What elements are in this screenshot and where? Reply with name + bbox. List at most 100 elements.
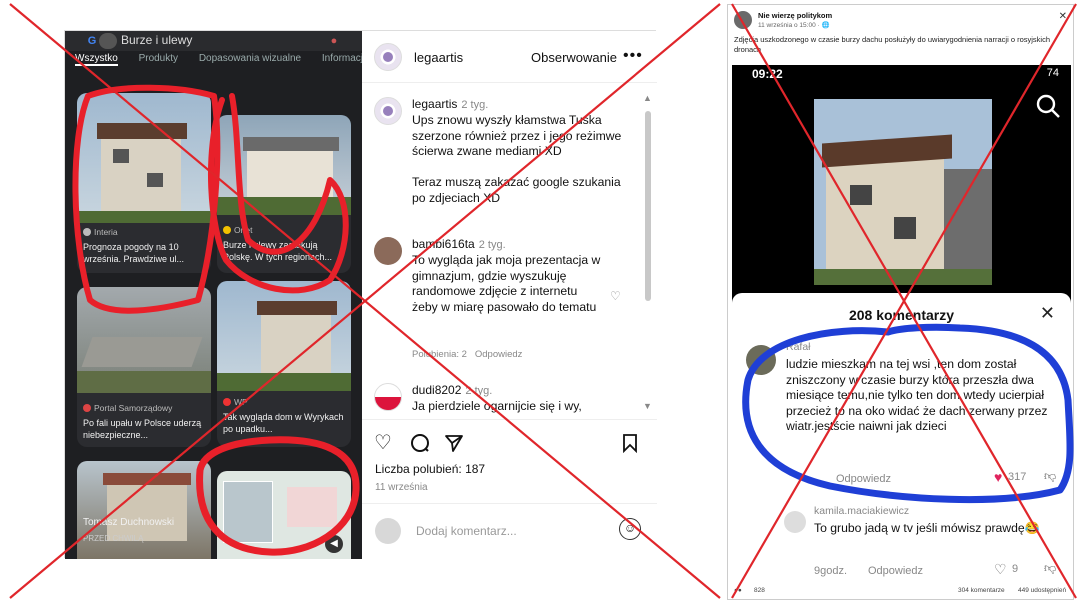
likes-count[interactable]: Liczba polubień: 187 <box>375 462 485 476</box>
emoji-icon[interactable]: ☺ <box>619 518 641 540</box>
comment-user[interactable]: Rafał <box>786 341 811 353</box>
like-comment-icon[interactable]: ♡ <box>610 289 621 303</box>
close-icon[interactable]: ✕ <box>1040 303 1055 324</box>
result-card[interactable]: Tomasz Duchnowski PRZED CHWILĄ <box>77 461 211 559</box>
source-icon <box>223 226 231 234</box>
avatar[interactable] <box>374 43 402 71</box>
image-search-gallery: G Burze i ulewy ● Wszystko Produkty Dopa… <box>65 31 362 559</box>
tab-products[interactable]: Produkty <box>139 53 178 64</box>
phone-screenshot: 09:22 74 208 komentarzy ✕ Rafał ludzie m… <box>732 65 1071 585</box>
add-comment-input[interactable]: Dodaj komentarz... <box>416 524 517 538</box>
result-card[interactable]: Portal Samorządowy Po fali upału w Polsc… <box>77 287 211 447</box>
right-screenshot: Nie wierzę politykom 11 września o 15:00… <box>727 4 1074 600</box>
post-date: 11 września <box>375 482 428 493</box>
username[interactable]: legaartis <box>414 50 463 65</box>
mute-icon[interactable]: ◀ <box>325 535 343 553</box>
watermark-sub: PRZED CHWILĄ <box>83 534 144 543</box>
search-query: Burze i ulewy <box>121 33 193 47</box>
like-count: 317 <box>1008 471 1027 483</box>
reactions-icon: ●● <box>734 587 742 594</box>
avatar <box>375 518 401 544</box>
tab-all[interactable]: Wszystko <box>75 53 118 66</box>
reply-link[interactable]: Odpowiedz <box>475 349 523 360</box>
source-icon <box>223 398 231 406</box>
house-photo <box>217 281 351 391</box>
shares-count[interactable]: 449 udostępnień <box>1018 587 1066 594</box>
battery-level: 74 <box>1046 67 1059 79</box>
post-header: legaartis Obserwowanie ••• <box>362 31 657 83</box>
tab-visual-matches[interactable]: Dopasowania wizualne <box>199 53 301 64</box>
scrollbar-thumb[interactable] <box>645 111 651 301</box>
bookmark-icon[interactable] <box>622 433 638 453</box>
dislike-icon[interactable]: 👎︎ <box>1044 469 1056 484</box>
house-photo <box>77 93 211 223</box>
avatar[interactable] <box>374 97 402 125</box>
scrollbar[interactable]: ▲ ▼ <box>643 93 652 411</box>
card-caption: Po fali upału w Polsce uderzą niebezpiec… <box>83 418 202 440</box>
share-icon[interactable] <box>444 433 464 453</box>
source-label: Interia <box>83 227 118 237</box>
status-clock: 09:22 <box>752 67 783 81</box>
source-label: Portal Samorządowy <box>83 403 172 413</box>
comment-text: ludzie mieszkam na tej wsi ,ten dom zost… <box>786 357 1048 433</box>
scroll-down-icon[interactable]: ▼ <box>643 401 652 411</box>
post-footer: ●● 828 304 komentarze 449 udostępnień <box>732 587 1071 599</box>
heart-icon[interactable]: ♡ <box>994 561 1007 578</box>
tab-info[interactable]: Informacje <box>322 53 362 64</box>
source-label: Onet <box>223 225 252 235</box>
result-card[interactable]: WP Tak wygląda dom w Wyrykach po upadku.… <box>217 281 351 447</box>
search-bar[interactable]: G Burze i ulewy ● <box>65 31 362 51</box>
comment-icon[interactable] <box>410 433 430 453</box>
mic-icon[interactable]: ● <box>323 33 345 49</box>
page-name[interactable]: Nie wierzę politykom <box>758 11 832 20</box>
card-caption: Tak wygląda dom w Wyrykach po upadku... <box>223 412 344 434</box>
comment-time: 9godz. <box>814 565 848 577</box>
heart-icon[interactable]: ♡ <box>374 430 392 455</box>
comments-count[interactable]: 304 komentarze <box>958 587 1005 594</box>
comment-user[interactable]: legaartis 2 tyg. <box>412 97 488 111</box>
comment-user[interactable]: dudi8202 2 tyg. <box>412 383 492 397</box>
avatar[interactable] <box>784 511 806 533</box>
close-icon[interactable]: ✕ <box>1059 11 1067 22</box>
like-count: 9 <box>1012 563 1019 575</box>
search-icon[interactable] <box>1035 93 1061 119</box>
avatar[interactable] <box>746 345 776 375</box>
more-icon[interactable]: ••• <box>623 47 643 65</box>
avatar[interactable] <box>374 383 402 411</box>
watermark-name: Tomasz Duchnowski <box>83 517 175 528</box>
result-card[interactable]: Interia Prognoza pogody na 10 września. … <box>77 93 211 273</box>
comment-meta: Polubienia: 2 Odpowiedz <box>412 349 522 360</box>
search-tabs: Wszystko Produkty Dopasowania wizualne I… <box>75 53 362 69</box>
instagram-post-panel: legaartis Obserwowanie ••• legaartis 2 ty… <box>362 31 657 559</box>
card-caption: Prognoza pogody na 10 września. Prawdziw… <box>83 242 185 264</box>
post-text: Zdjęcia uszkodzonego w czasie burzy dach… <box>734 35 1050 54</box>
result-card[interactable]: Onet Burze i ulewy zaatakują Polskę. W t… <box>217 115 351 273</box>
result-card[interactable]: ◀ <box>217 471 351 559</box>
following-button[interactable]: Obserwowanie <box>531 50 617 65</box>
reply-link[interactable]: Odpowiedz <box>836 473 891 485</box>
comment-likes[interactable]: Polubienia: 2 <box>412 349 467 360</box>
left-screenshot: G Burze i ulewy ● Wszystko Produkty Dopa… <box>64 30 657 559</box>
source-icon <box>83 404 91 412</box>
add-comment-bar: Dodaj komentarz... ☺ <box>362 503 657 560</box>
reply-link[interactable]: Odpowiedz <box>868 565 923 577</box>
reactions-count[interactable]: 828 <box>754 587 765 594</box>
heart-icon[interactable]: ♥ <box>994 469 1002 485</box>
comment-text: Ups znowu wyszły kłamstwa Tuska szerzone… <box>412 113 622 205</box>
post-time: 11 września o 15:00 · 🌐 <box>758 22 830 29</box>
avatar[interactable] <box>734 11 752 29</box>
source-icon <box>83 228 91 236</box>
dislike-icon[interactable]: 👎︎ <box>1044 561 1056 576</box>
source-label: WP <box>223 397 248 407</box>
house-photo <box>814 99 992 285</box>
scroll-up-icon[interactable]: ▲ <box>643 93 652 103</box>
card-caption: Burze i ulewy zaatakują Polskę. W tych r… <box>223 240 333 262</box>
thumbnail-icon <box>99 33 117 49</box>
comment-user[interactable]: kamila.maciakiewicz <box>814 505 909 517</box>
comment-user[interactable]: bambi616ta 2 tyg. <box>412 237 506 251</box>
post-actions: ♡ Liczba polubień: 187 11 września Dodaj… <box>362 419 657 559</box>
comments-sheet: 208 komentarzy ✕ Rafał ludzie mieszkam n… <box>732 293 1071 585</box>
avatar[interactable] <box>374 237 402 265</box>
comments-title: 208 komentarzy <box>848 307 955 323</box>
comment-text: To wygląda jak moja prezentacja w gimnaz… <box>412 253 601 314</box>
